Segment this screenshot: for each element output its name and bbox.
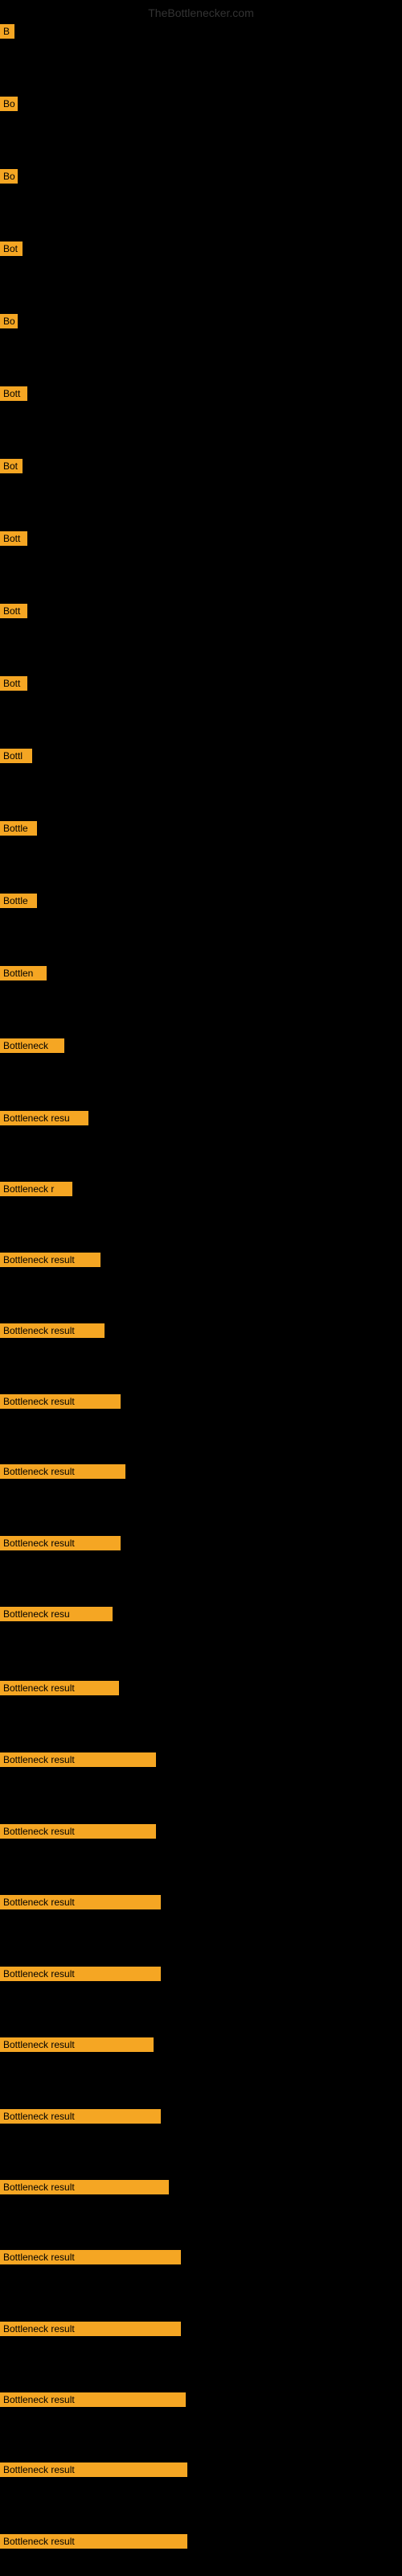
list-item: Bottleneck resu xyxy=(0,1607,113,1621)
list-item: Bottleneck r xyxy=(0,1182,72,1196)
list-item: Bott xyxy=(0,531,27,546)
list-item: Bottle xyxy=(0,821,37,836)
list-item: Bottleneck result xyxy=(0,1824,156,1839)
list-item: Bottleneck result xyxy=(0,2392,186,2407)
list-item: Bottleneck result xyxy=(0,2534,187,2549)
list-item: Bottleneck xyxy=(0,1038,64,1053)
list-item: Bottleneck result xyxy=(0,1681,119,1695)
list-item: Bottleneck result xyxy=(0,1536,121,1550)
list-item: Bottleneck result xyxy=(0,1253,100,1267)
list-item: Bo xyxy=(0,169,18,184)
list-item: Bott xyxy=(0,604,27,618)
list-item: Bottlen xyxy=(0,966,47,980)
list-item: Bottleneck result xyxy=(0,1464,125,1479)
list-item: Bott xyxy=(0,386,27,401)
site-title: TheBottlenecker.com xyxy=(148,6,254,19)
list-item: B xyxy=(0,24,14,39)
list-item: Bottleneck result xyxy=(0,1752,156,1767)
list-item: Bottleneck result xyxy=(0,2109,161,2124)
list-item: Bo xyxy=(0,314,18,328)
list-item: Bottleneck resu xyxy=(0,1111,88,1125)
list-item: Bo xyxy=(0,97,18,111)
list-item: Bottleneck result xyxy=(0,2037,154,2052)
list-item: Bottleneck result xyxy=(0,1323,105,1338)
list-item: Bottleneck result xyxy=(0,2180,169,2194)
list-item: Bottleneck result xyxy=(0,1895,161,1909)
list-item: Bottleneck result xyxy=(0,2322,181,2336)
list-item: Bottleneck result xyxy=(0,1967,161,1981)
list-item: Bottl xyxy=(0,749,32,763)
list-item: Bottleneck result xyxy=(0,2462,187,2477)
list-item: Bot xyxy=(0,242,23,256)
list-item: Bottleneck result xyxy=(0,2250,181,2264)
list-item: Bot xyxy=(0,459,23,473)
list-item: Bott xyxy=(0,676,27,691)
list-item: Bottleneck result xyxy=(0,1394,121,1409)
list-item: Bottle xyxy=(0,894,37,908)
